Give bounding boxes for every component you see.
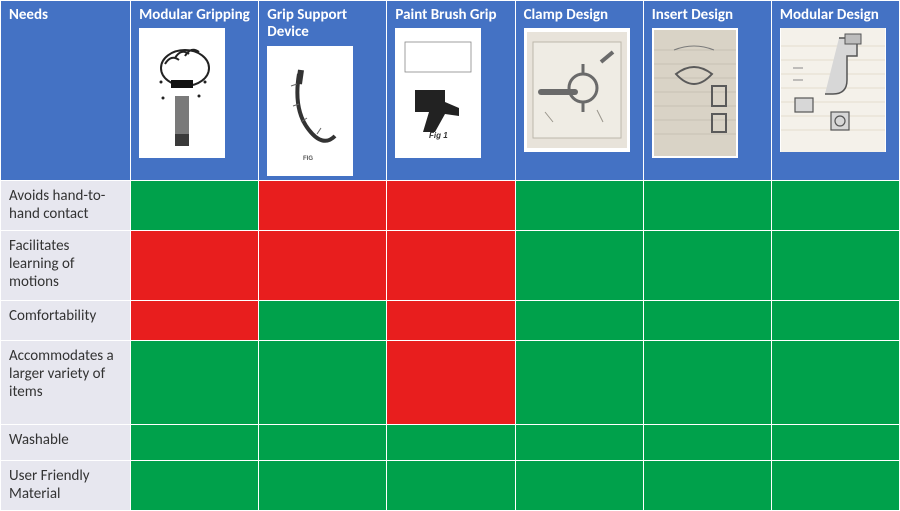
status-cell	[515, 230, 643, 300]
need-label: Avoids hand-to-hand contact	[1, 180, 131, 230]
status-cell	[131, 424, 259, 460]
curved-hook-sketch-icon: FIG	[267, 46, 353, 176]
column-header-label: Needs	[9, 7, 122, 24]
status-cell	[131, 230, 259, 300]
status-cell	[643, 300, 771, 340]
svg-text:FIG: FIG	[303, 156, 313, 162]
column-header-modular-gripping: Modular Gripping	[131, 1, 259, 181]
column-header-grip-support-device: Grip Support Device FIG	[259, 1, 387, 181]
status-cell	[259, 424, 387, 460]
pugh-comparison-table: Needs Modular Gripping	[0, 0, 900, 511]
hand-grip-sketch-icon	[139, 28, 225, 158]
status-cell	[643, 230, 771, 300]
column-header-label: Clamp Design	[524, 7, 635, 24]
table-body: Avoids hand-to-hand contactFacilitates l…	[1, 180, 900, 510]
status-cell	[387, 180, 515, 230]
status-cell	[771, 230, 899, 300]
need-label: Accommodates a larger variety of items	[1, 340, 131, 424]
status-cell	[387, 460, 515, 510]
need-label: Washable	[1, 424, 131, 460]
status-cell	[515, 340, 643, 424]
column-header-clamp-design: Clamp Design	[515, 1, 643, 181]
status-cell	[515, 424, 643, 460]
status-cell	[643, 424, 771, 460]
status-cell	[387, 340, 515, 424]
table-row: User Friendly Material	[1, 460, 900, 510]
column-header-label: Grip Support Device	[267, 7, 378, 42]
status-cell	[515, 180, 643, 230]
status-cell	[771, 340, 899, 424]
status-cell	[259, 180, 387, 230]
status-cell	[771, 424, 899, 460]
table-row: Accommodates a larger variety of items	[1, 340, 900, 424]
insert-paper-sketch-icon	[652, 28, 738, 158]
need-label: User Friendly Material	[1, 460, 131, 510]
status-cell	[131, 300, 259, 340]
column-header-insert-design: Insert Design	[643, 1, 771, 181]
pistol-grip-sketch-icon: Fig 1	[395, 28, 481, 158]
table-row: Facilitates learning of motions	[1, 230, 900, 300]
status-cell	[259, 460, 387, 510]
status-cell	[387, 230, 515, 300]
need-label: Facilitates learning of motions	[1, 230, 131, 300]
column-header-label: Modular Design	[780, 7, 891, 24]
status-cell	[259, 300, 387, 340]
need-label: Comfortability	[1, 300, 131, 340]
column-header-label: Modular Gripping	[139, 7, 250, 24]
status-cell	[387, 424, 515, 460]
svg-text:Fig 1: Fig 1	[429, 131, 448, 140]
status-cell	[131, 340, 259, 424]
status-cell	[771, 180, 899, 230]
status-cell	[643, 340, 771, 424]
status-cell	[259, 340, 387, 424]
status-cell	[259, 230, 387, 300]
status-cell	[771, 300, 899, 340]
status-cell	[643, 180, 771, 230]
status-cell	[771, 460, 899, 510]
modular-paper-sketch-icon	[780, 28, 886, 152]
column-header-modular-design: Modular Design	[771, 1, 899, 181]
status-cell	[643, 460, 771, 510]
table-row: Washable	[1, 424, 900, 460]
column-header-needs: Needs	[1, 1, 131, 181]
header-row: Needs Modular Gripping	[1, 1, 900, 181]
table-row: Comfortability	[1, 300, 900, 340]
column-header-label: Insert Design	[652, 7, 763, 24]
status-cell	[131, 180, 259, 230]
column-header-paint-brush-grip: Paint Brush Grip Fig 1	[387, 1, 515, 181]
status-cell	[387, 300, 515, 340]
status-cell	[515, 460, 643, 510]
status-cell	[131, 460, 259, 510]
table-row: Avoids hand-to-hand contact	[1, 180, 900, 230]
clamp-paper-sketch-icon	[524, 28, 630, 152]
status-cell	[515, 300, 643, 340]
column-header-label: Paint Brush Grip	[395, 7, 506, 24]
